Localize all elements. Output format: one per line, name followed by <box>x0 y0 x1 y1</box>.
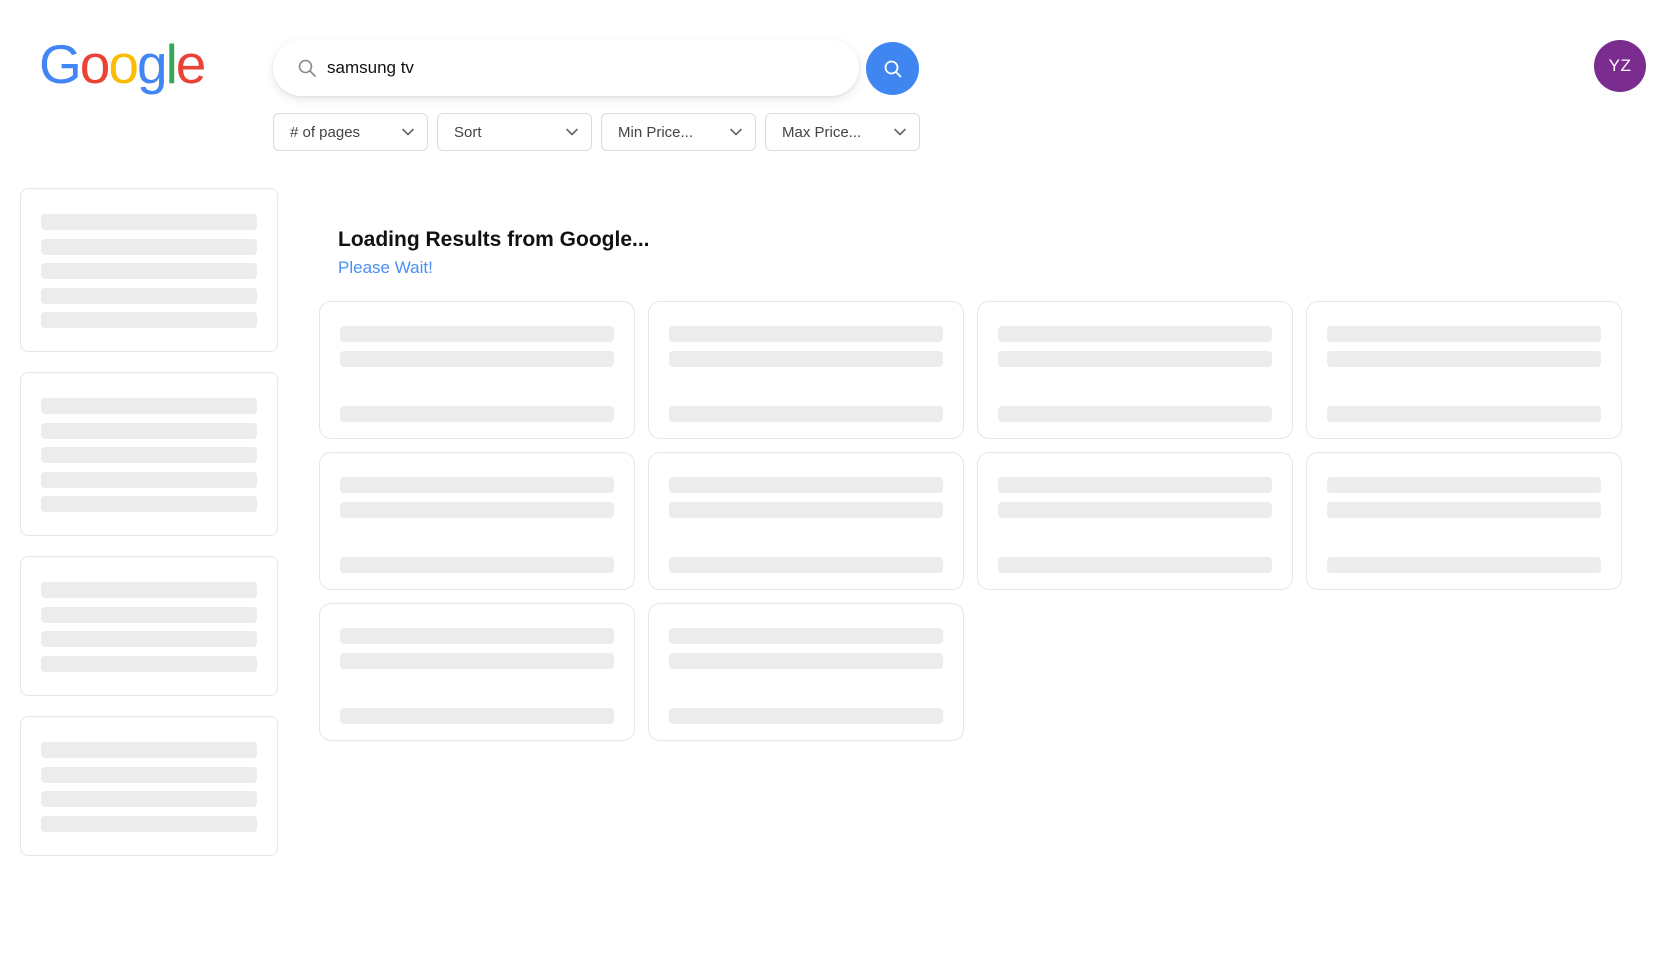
logo-letter: o <box>108 33 139 95</box>
skeleton-line <box>669 406 943 422</box>
skeleton-line <box>340 653 614 669</box>
skeleton-line <box>669 557 943 573</box>
search-input[interactable] <box>327 58 807 78</box>
search-bar[interactable] <box>273 40 859 96</box>
skeleton-line <box>41 287 257 304</box>
skeleton-line <box>41 742 257 758</box>
skeleton-line <box>340 351 614 367</box>
chevron-down-icon <box>894 128 906 136</box>
skeleton-line <box>669 628 943 644</box>
search-button[interactable] <box>866 42 919 95</box>
dropdown-label: Min Price... <box>618 123 694 141</box>
logo-letter: o <box>79 33 111 95</box>
skeleton-line <box>41 447 257 463</box>
skeleton-line <box>41 791 257 807</box>
skeleton-line <box>41 471 257 488</box>
loading-title: Loading Results from Google... <box>338 228 650 251</box>
result-skeleton-card <box>319 603 635 741</box>
result-skeleton-card <box>319 301 635 439</box>
skeleton-line <box>669 653 943 669</box>
result-skeleton-card <box>977 301 1293 439</box>
result-skeleton-card <box>648 301 964 439</box>
logo-letter: e <box>175 33 207 95</box>
results-grid <box>319 301 1622 741</box>
skeleton-line <box>998 326 1272 342</box>
search-icon <box>884 60 901 77</box>
skeleton-line <box>41 312 257 328</box>
sidebar-skeleton-card <box>20 372 278 536</box>
skeleton-line <box>41 631 257 647</box>
skeleton-line <box>998 557 1272 573</box>
logo-letter: g <box>136 33 168 95</box>
skeleton-line <box>669 326 943 342</box>
dropdown-label: Max Price... <box>782 123 862 141</box>
chevron-down-icon <box>566 128 578 136</box>
skeleton-line <box>41 655 257 672</box>
skeleton-line <box>41 815 257 832</box>
sidebar-skeleton-card <box>20 716 278 856</box>
filter-bar: # of pages Sort Min Price... Max Price..… <box>273 113 920 151</box>
skeleton-line <box>1327 326 1601 342</box>
dropdown-label: Sort <box>454 123 482 141</box>
result-skeleton-card <box>1306 301 1622 439</box>
skeleton-line <box>340 708 614 724</box>
skeleton-line <box>669 351 943 367</box>
skeleton-line <box>41 238 257 255</box>
skeleton-line <box>41 496 257 512</box>
skeleton-line <box>669 477 943 493</box>
skeleton-line <box>340 628 614 644</box>
skeleton-line <box>340 406 614 422</box>
logo-letter: l <box>165 33 178 95</box>
skeleton-line <box>41 422 257 439</box>
skeleton-line <box>998 351 1272 367</box>
skeleton-line <box>1327 351 1601 367</box>
user-avatar[interactable]: YZ <box>1594 40 1646 92</box>
skeleton-line <box>1327 477 1601 493</box>
skeleton-line <box>340 502 614 518</box>
skeleton-line <box>1327 406 1601 422</box>
chevron-down-icon <box>730 128 742 136</box>
skeleton-line <box>669 708 943 724</box>
skeleton-line <box>998 477 1272 493</box>
result-skeleton-card <box>977 452 1293 590</box>
pages-dropdown[interactable]: # of pages <box>273 113 428 151</box>
skeleton-line <box>340 477 614 493</box>
search-icon <box>298 59 316 77</box>
result-skeleton-card <box>1306 452 1622 590</box>
skeleton-line <box>340 557 614 573</box>
skeleton-line <box>1327 502 1601 518</box>
skeleton-line <box>41 263 257 279</box>
skeleton-line <box>669 502 943 518</box>
skeleton-line <box>41 398 257 414</box>
skeleton-line <box>998 502 1272 518</box>
chevron-down-icon <box>402 128 414 136</box>
max-price-dropdown[interactable]: Max Price... <box>765 113 920 151</box>
skeleton-line <box>41 606 257 623</box>
sidebar-skeleton-card <box>20 556 278 696</box>
skeleton-line <box>41 766 257 783</box>
skeleton-line <box>340 326 614 342</box>
min-price-dropdown[interactable]: Min Price... <box>601 113 756 151</box>
skeleton-line <box>998 406 1272 422</box>
result-skeleton-card <box>648 452 964 590</box>
skeleton-line <box>41 582 257 598</box>
result-skeleton-card <box>319 452 635 590</box>
skeleton-line <box>41 214 257 230</box>
sort-dropdown[interactable]: Sort <box>437 113 592 151</box>
dropdown-label: # of pages <box>290 123 361 141</box>
result-skeleton-card <box>648 603 964 741</box>
sidebar-skeleton-card <box>20 188 278 352</box>
skeleton-line <box>1327 557 1601 573</box>
avatar-initials: YZ <box>1608 56 1632 75</box>
loading-subtitle: Please Wait! <box>338 258 433 277</box>
google-logo[interactable]: Google <box>39 32 207 96</box>
logo-letter: G <box>39 33 82 95</box>
